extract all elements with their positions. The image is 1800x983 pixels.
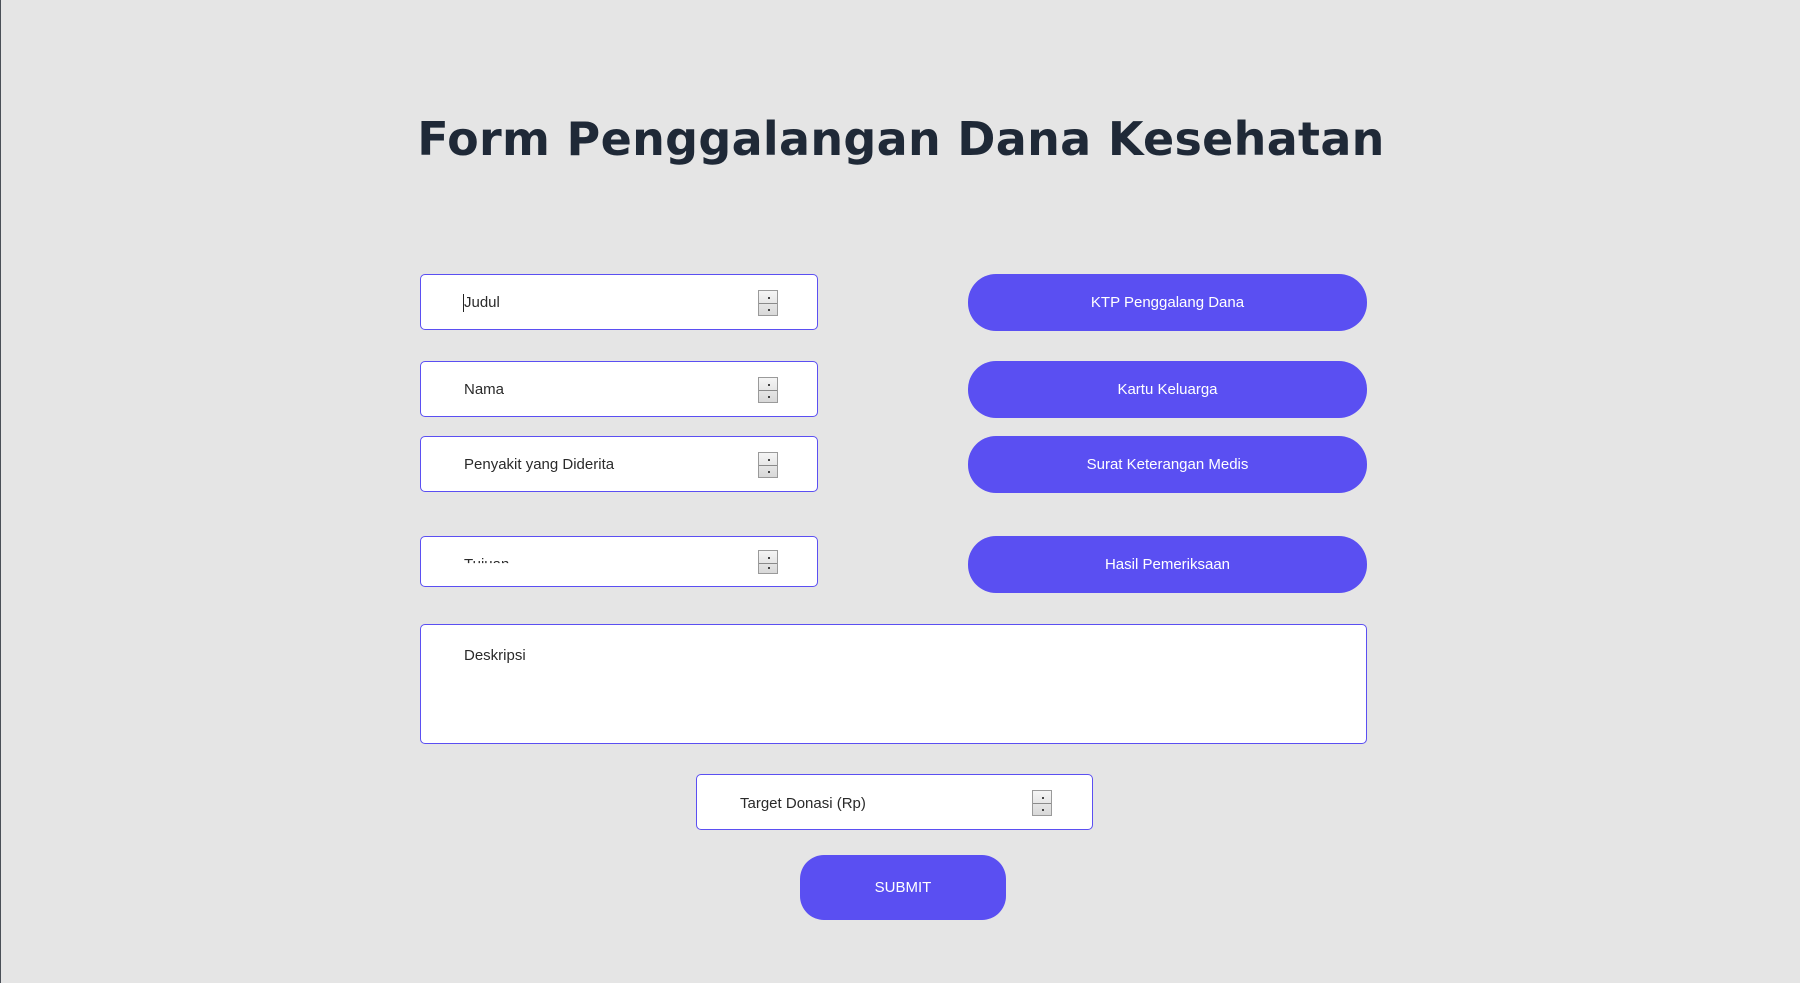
target-donasi-placeholder: Target Donasi (Rp) xyxy=(740,795,866,812)
judul-field[interactable]: Judul xyxy=(420,274,818,330)
tujuan-placeholder: Tujuan xyxy=(464,556,510,573)
nama-field[interactable]: Nama xyxy=(420,361,818,417)
number-spinner-icon[interactable] xyxy=(758,550,778,574)
penyakit-placeholder: Penyakit yang Diderita xyxy=(464,456,615,473)
penyakit-field[interactable]: Penyakit yang Diderita xyxy=(420,436,818,492)
deskripsi-placeholder: Deskripsi xyxy=(464,647,526,664)
form-page: Form Penggalangan Dana Kesehatan Judul N… xyxy=(0,0,1800,983)
surat-medis-upload-button[interactable]: Surat Keterangan Medis xyxy=(968,436,1367,493)
hasil-pemeriksaan-upload-button[interactable]: Hasil Pemeriksaan xyxy=(968,536,1367,593)
page-title: Form Penggalangan Dana Kesehatan xyxy=(417,112,1385,166)
nama-placeholder: Nama xyxy=(464,381,505,398)
tujuan-field[interactable]: Tujuan xyxy=(420,536,818,587)
kartu-keluarga-upload-button[interactable]: Kartu Keluarga xyxy=(968,361,1367,418)
judul-placeholder: Judul xyxy=(464,294,500,311)
submit-button[interactable]: SUBMIT xyxy=(800,855,1006,920)
number-spinner-icon[interactable] xyxy=(758,377,778,403)
number-spinner-icon[interactable] xyxy=(758,452,778,478)
deskripsi-textarea[interactable]: Deskripsi xyxy=(420,624,1367,744)
ktp-upload-button[interactable]: KTP Penggalang Dana xyxy=(968,274,1367,331)
number-spinner-icon[interactable] xyxy=(758,290,778,316)
number-spinner-icon[interactable] xyxy=(1032,790,1052,816)
target-donasi-field[interactable]: Target Donasi (Rp) xyxy=(696,774,1093,830)
